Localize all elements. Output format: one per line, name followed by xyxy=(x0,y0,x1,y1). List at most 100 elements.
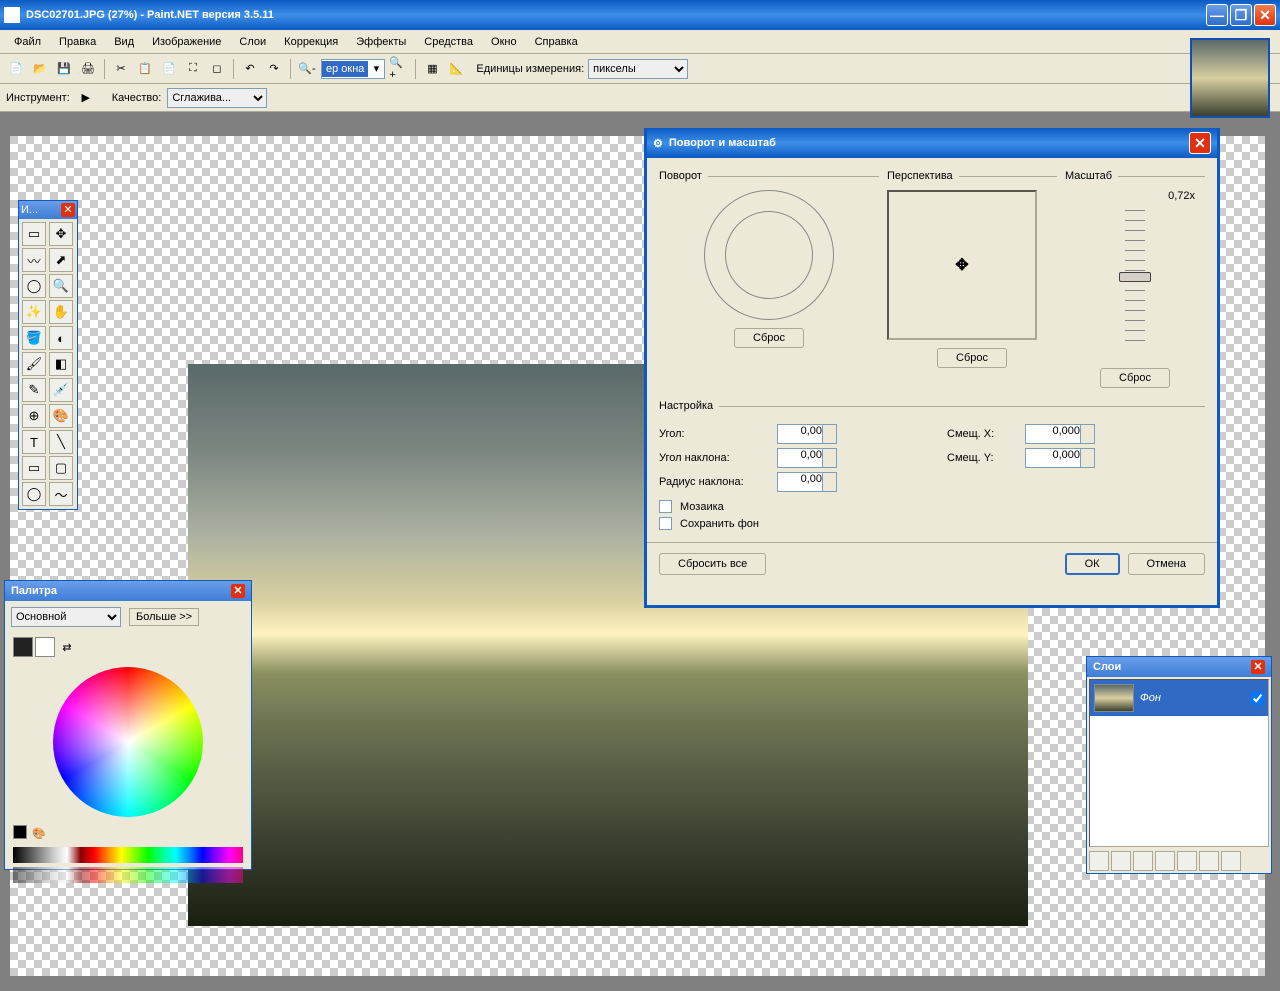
zoom-out-icon[interactable]: 🔍- xyxy=(297,59,317,79)
dialog-titlebar[interactable]: ⚙ Поворот и масштаб ✕ xyxy=(647,128,1217,158)
palette-icon[interactable]: 🎨 xyxy=(31,825,47,841)
crop-icon[interactable]: ⛶ xyxy=(183,59,203,79)
zoom-tool[interactable]: 🔍 xyxy=(49,274,73,298)
chevron-down-icon[interactable]: ▾ xyxy=(368,62,384,75)
move-down-icon[interactable] xyxy=(1199,851,1219,871)
layer-item[interactable]: Фон xyxy=(1090,680,1268,716)
magic-wand-tool[interactable]: ✨ xyxy=(22,300,46,324)
more-button[interactable]: Больше >> xyxy=(129,608,199,626)
undo-icon[interactable]: ↶ xyxy=(240,59,260,79)
delete-layer-icon[interactable] xyxy=(1111,851,1131,871)
minimize-button[interactable]: — xyxy=(1206,4,1228,26)
add-layer-icon[interactable] xyxy=(1089,851,1109,871)
ok-button[interactable]: ОК xyxy=(1065,553,1120,575)
duplicate-layer-icon[interactable] xyxy=(1133,851,1153,871)
close-button[interactable]: ✕ xyxy=(1254,4,1276,26)
ellipse-select-tool[interactable]: ◯ xyxy=(22,274,46,298)
menu-view[interactable]: Вид xyxy=(106,33,142,51)
palette-strip-2[interactable] xyxy=(13,867,243,883)
document-thumbnail[interactable] xyxy=(1190,38,1270,118)
rect-select-tool[interactable]: ▭ xyxy=(22,222,46,246)
menu-help[interactable]: Справка xyxy=(527,33,586,51)
pencil-tool[interactable]: ✎ xyxy=(22,378,46,402)
properties-icon[interactable] xyxy=(1221,851,1241,871)
menu-edit[interactable]: Правка xyxy=(51,33,104,51)
tools-close-icon[interactable]: ✕ xyxy=(61,203,75,217)
save-icon[interactable]: 💾 xyxy=(54,59,74,79)
cut-icon[interactable]: ✂ xyxy=(111,59,131,79)
pan-tool[interactable]: ✋ xyxy=(49,300,73,324)
angle-input[interactable]: 0,00 xyxy=(777,424,837,444)
swap-colors-icon[interactable]: ⇄ xyxy=(57,637,77,657)
tilt-angle-input[interactable]: 0,00 xyxy=(777,448,837,468)
layer-visible-checkbox[interactable] xyxy=(1251,692,1264,705)
zoom-in-icon[interactable]: 🔍+ xyxy=(389,59,409,79)
merge-layer-icon[interactable] xyxy=(1155,851,1175,871)
menu-image[interactable]: Изображение xyxy=(144,33,229,51)
open-icon[interactable]: 📂 xyxy=(30,59,50,79)
color-mode-select[interactable]: Основной xyxy=(11,607,121,627)
offset-y-input[interactable]: 0,000 xyxy=(1025,448,1095,468)
secondary-color-swatch[interactable] xyxy=(35,637,55,657)
quality-select[interactable]: Сглажива... xyxy=(167,88,267,108)
lasso-tool[interactable]: 〰 xyxy=(22,248,46,272)
print-icon[interactable]: 🖨 xyxy=(78,59,98,79)
ellipse-tool[interactable]: ◯ xyxy=(22,482,46,506)
grid-icon[interactable]: ▦ xyxy=(422,59,442,79)
cancel-button[interactable]: Отмена xyxy=(1128,553,1205,575)
layers-close-icon[interactable]: ✕ xyxy=(1251,660,1265,674)
color-wheel[interactable] xyxy=(53,667,203,817)
deselect-icon[interactable]: ◻ xyxy=(207,59,227,79)
menu-effects[interactable]: Эффекты xyxy=(348,33,414,51)
zoom-combo[interactable]: ер окна ▾ xyxy=(321,59,385,79)
bw-swatch[interactable] xyxy=(13,825,27,839)
new-icon[interactable]: 📄 xyxy=(6,59,26,79)
scale-slider[interactable] xyxy=(1125,210,1145,350)
rect-tool[interactable]: ▭ xyxy=(22,456,46,480)
recolor-tool[interactable]: 🎨 xyxy=(49,404,73,428)
reset-all-button[interactable]: Сбросить все xyxy=(659,553,766,575)
colors-close-icon[interactable]: ✕ xyxy=(231,584,245,598)
picker-tool[interactable]: 💉 xyxy=(49,378,73,402)
current-tool-icon[interactable]: ▶ xyxy=(76,88,96,108)
ruler-icon[interactable]: 📐 xyxy=(446,59,466,79)
redo-icon[interactable]: ↷ xyxy=(264,59,284,79)
perspective-control[interactable]: ✥ xyxy=(887,190,1037,340)
copy-icon[interactable]: 📋 xyxy=(135,59,155,79)
text-tool[interactable]: T xyxy=(22,430,46,454)
menu-layers[interactable]: Слои xyxy=(231,33,274,51)
menu-window[interactable]: Окно xyxy=(483,33,525,51)
primary-color-swatch[interactable] xyxy=(13,637,33,657)
units-select[interactable]: пикселы xyxy=(588,59,688,79)
move-tool[interactable]: ✥ xyxy=(49,222,73,246)
clone-tool[interactable]: ⊕ xyxy=(22,404,46,428)
tilt-radius-input[interactable]: 0,00 xyxy=(777,472,837,492)
brush-tool[interactable]: 🖌 xyxy=(22,352,46,376)
maximize-button[interactable]: ❐ xyxy=(1230,4,1252,26)
tools-titlebar[interactable]: И... ✕ xyxy=(19,201,77,219)
dialog-close-icon[interactable]: ✕ xyxy=(1189,132,1211,154)
colors-titlebar[interactable]: Палитра ✕ xyxy=(5,581,251,601)
eraser-tool[interactable]: ◧ xyxy=(49,352,73,376)
perspective-reset-button[interactable]: Сброс xyxy=(937,348,1007,368)
fill-tool[interactable]: 🪣 xyxy=(22,326,46,350)
mosaic-checkbox[interactable] xyxy=(659,500,672,513)
freeform-tool[interactable]: 〜 xyxy=(49,482,73,506)
layers-titlebar[interactable]: Слои ✕ xyxy=(1087,657,1271,677)
rounded-rect-tool[interactable]: ▢ xyxy=(49,456,73,480)
menu-file[interactable]: Файл xyxy=(6,33,49,51)
gradient-tool[interactable]: ◐ xyxy=(49,326,73,350)
rotation-reset-button[interactable]: Сброс xyxy=(734,328,804,348)
paste-icon[interactable]: 📄 xyxy=(159,59,179,79)
move-up-icon[interactable] xyxy=(1177,851,1197,871)
menu-adjust[interactable]: Коррекция xyxy=(276,33,346,51)
palette-strip[interactable] xyxy=(13,847,243,863)
keep-bg-checkbox[interactable] xyxy=(659,517,672,530)
slider-thumb[interactable] xyxy=(1119,272,1151,282)
menu-tools[interactable]: Средства xyxy=(416,33,481,51)
move-selection-tool[interactable]: ⬈ xyxy=(49,248,73,272)
rotation-wheel[interactable] xyxy=(704,190,834,320)
scale-reset-button[interactable]: Сброс xyxy=(1100,368,1170,388)
offset-x-input[interactable]: 0,000 xyxy=(1025,424,1095,444)
line-tool[interactable]: ╲ xyxy=(49,430,73,454)
